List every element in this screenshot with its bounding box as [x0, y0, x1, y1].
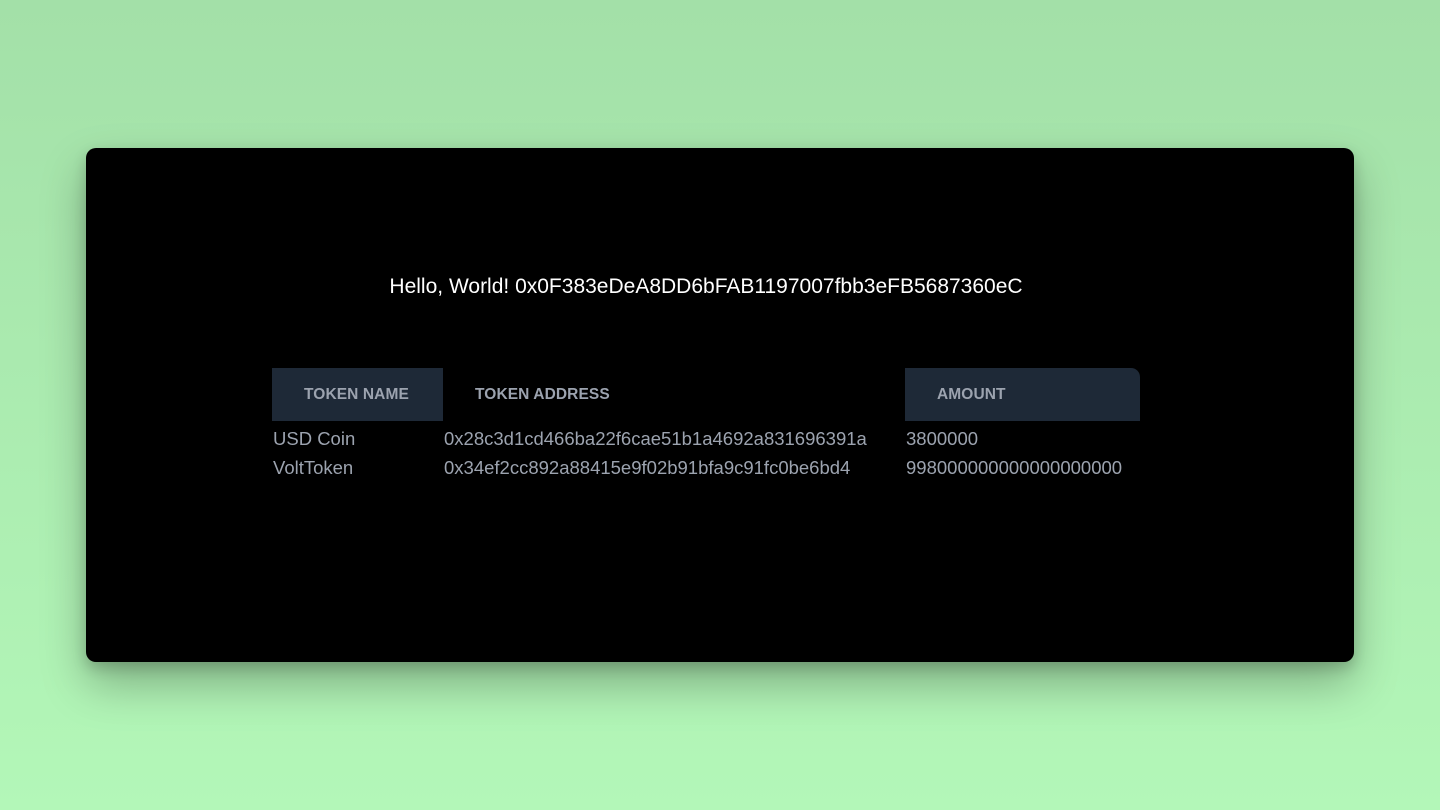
token-name-cell: USD Coin	[273, 428, 356, 449]
table-row: VoltToken 0x34ef2cc892a88415e9f02b91bfa9…	[272, 453, 1140, 482]
header-token-name: TOKEN NAME	[272, 368, 443, 421]
token-table-body: USD Coin 0x28c3d1cd466ba22f6cae51b1a4692…	[272, 421, 1140, 482]
header-row: TOKEN NAME TOKEN ADDRESS AMOUNT	[272, 368, 1140, 421]
app-window: Hello, World! 0x0F383eDeA8DD6bFAB1197007…	[86, 148, 1354, 662]
token-table: TOKEN NAME TOKEN ADDRESS AMOUNT USD Coin…	[272, 368, 1140, 482]
header-token-address: TOKEN ADDRESS	[475, 385, 610, 403]
token-address-cell: 0x34ef2cc892a88415e9f02b91bfa9c91fc0be6b…	[444, 457, 851, 478]
token-table-header: TOKEN NAME TOKEN ADDRESS AMOUNT	[272, 368, 1140, 421]
token-amount-cell: 998000000000000000000	[906, 457, 1123, 478]
greeting-text: Hello, World! 0x0F383eDeA8DD6bFAB1197007…	[389, 275, 1023, 298]
header-amount: AMOUNT	[905, 368, 1140, 421]
token-name-cell: VoltToken	[273, 457, 354, 478]
token-address-cell: 0x28c3d1cd466ba22f6cae51b1a4692a83169639…	[444, 428, 867, 449]
table-row: USD Coin 0x28c3d1cd466ba22f6cae51b1a4692…	[272, 421, 1140, 453]
token-amount-cell: 3800000	[906, 428, 979, 449]
